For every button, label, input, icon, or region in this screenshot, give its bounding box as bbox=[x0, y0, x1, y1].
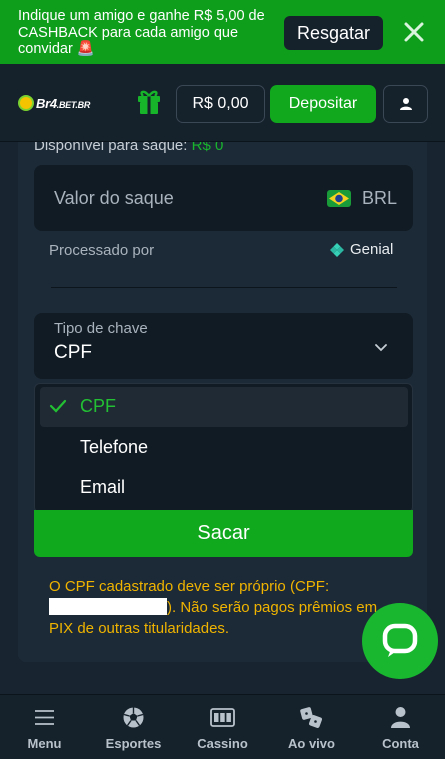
chat-support-button[interactable] bbox=[362, 603, 438, 679]
account-button[interactable] bbox=[383, 85, 428, 123]
nav-label: Ao vivo bbox=[288, 736, 335, 751]
dice-icon bbox=[300, 707, 322, 728]
key-type-select[interactable]: Tipo de chave CPF bbox=[34, 313, 413, 379]
nav-live[interactable]: Ao vivo bbox=[267, 695, 356, 759]
option-telefone[interactable]: Telefone bbox=[40, 428, 408, 468]
key-type-label: Tipo de chave bbox=[54, 320, 148, 337]
gift-icon[interactable] bbox=[136, 87, 162, 115]
bottom-nav: Menu Esportes Cassino Ao vivo Conta bbox=[0, 694, 445, 759]
nav-casino[interactable]: Cassino bbox=[178, 695, 267, 759]
option-label: Telefone bbox=[80, 437, 149, 457]
menu-icon bbox=[35, 710, 54, 725]
warning-text-start: O CPF cadastrado deve ser próprio (CPF: bbox=[49, 578, 330, 595]
option-label: Email bbox=[80, 477, 126, 497]
redacted-cpf bbox=[49, 598, 167, 615]
user-icon bbox=[399, 98, 412, 110]
deposit-button[interactable]: Depositar bbox=[270, 85, 376, 123]
close-icon[interactable] bbox=[400, 18, 428, 46]
logo-domain-text: .BET.BR bbox=[56, 99, 91, 110]
logo-main-text: Br4 bbox=[36, 95, 57, 111]
option-label: CPF bbox=[80, 396, 116, 416]
available-balance: Disponível para saque: R$ 0 bbox=[34, 142, 223, 154]
option-email[interactable]: Email bbox=[40, 468, 408, 508]
currency-code: BRL bbox=[362, 188, 398, 208]
key-type-dropdown: CPF Telefone Email bbox=[34, 383, 413, 513]
soccer-ball-icon bbox=[123, 707, 144, 728]
amount-placeholder: Valor do saque bbox=[54, 188, 174, 208]
withdraw-submit-button[interactable]: Sacar bbox=[34, 510, 413, 557]
redeem-button[interactable]: Resgatar bbox=[284, 16, 383, 50]
brand-logo[interactable]: Br4.BET.BR bbox=[18, 94, 90, 112]
logo-mark-icon bbox=[18, 95, 34, 111]
promo-text: Indique um amigo e ganhe R$ 5,00 de CASH… bbox=[18, 8, 265, 57]
nav-sports[interactable]: Esportes bbox=[89, 695, 178, 759]
chat-bubble-icon bbox=[382, 623, 418, 657]
check-icon bbox=[49, 399, 67, 413]
chevron-down-icon bbox=[374, 340, 388, 352]
provider-label: Genial bbox=[350, 241, 394, 258]
promo-banner: Indique um amigo e ganhe R$ 5,00 de CASH… bbox=[0, 0, 445, 64]
nav-label: Menu bbox=[27, 736, 62, 751]
nav-label: Cassino bbox=[197, 736, 248, 751]
withdraw-amount-input[interactable]: Valor do saque BRL bbox=[34, 165, 413, 231]
cpf-warning: O CPF cadastrado deve ser próprio (CPF: … bbox=[49, 576, 379, 639]
option-cpf[interactable]: CPF bbox=[40, 387, 408, 427]
brazil-flag-icon bbox=[327, 190, 351, 207]
nav-label: Esportes bbox=[105, 736, 162, 751]
available-label: Disponível para saque: bbox=[34, 142, 188, 154]
balance-display[interactable]: R$ 0,00 bbox=[176, 85, 265, 123]
slot-machine-icon bbox=[210, 708, 235, 727]
top-header: Br4.BET.BR R$ 0,00 Depositar bbox=[0, 64, 445, 142]
nav-label: Conta bbox=[382, 736, 419, 751]
divider bbox=[51, 287, 397, 288]
genial-logo-icon bbox=[330, 242, 344, 257]
key-type-value: CPF bbox=[54, 342, 92, 363]
processed-by-label: Processado por bbox=[49, 242, 155, 259]
available-amount: R$ 0 bbox=[191, 142, 224, 154]
nav-menu[interactable]: Menu bbox=[0, 695, 89, 759]
user-icon bbox=[391, 707, 410, 728]
nav-account[interactable]: Conta bbox=[356, 695, 445, 759]
provider-name: Genial bbox=[330, 241, 393, 258]
